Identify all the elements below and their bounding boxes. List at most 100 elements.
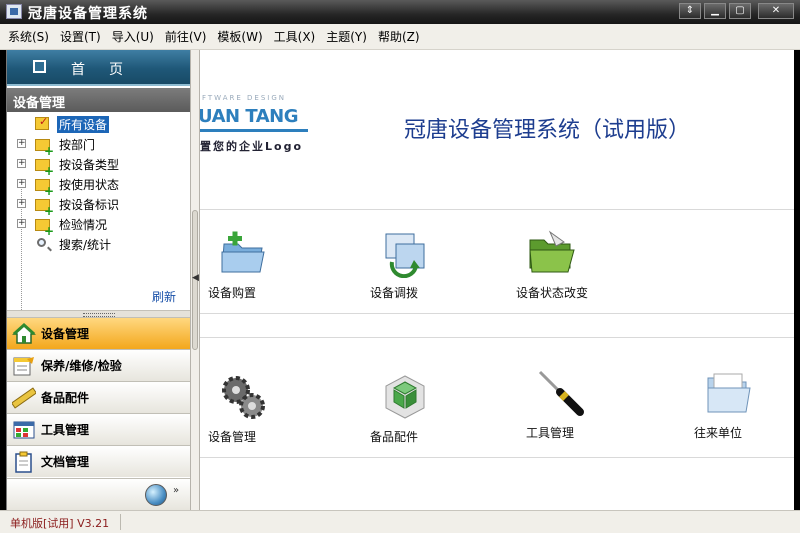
transfer-icon	[380, 228, 430, 279]
tree-item-by-tag[interactable]: + 按设备标识	[7, 194, 191, 216]
company-logo: FTWARE DESIGN UAN TANG 置您的企业Logo	[200, 92, 310, 162]
tree-item-by-department[interactable]: + 按部门	[7, 134, 191, 156]
tree-item-label: 搜索/统计	[59, 238, 112, 252]
tree-item-label: 按设备标识	[59, 198, 120, 212]
tile-partner-units[interactable]: 往来单位	[694, 368, 794, 458]
expand-icon[interactable]: +	[17, 139, 26, 148]
logo-bar	[200, 129, 308, 132]
folder-add-icon	[35, 216, 54, 236]
tree-item-label: 按使用状态	[59, 178, 120, 192]
nav-label: 文档管理	[41, 455, 90, 469]
nav-equipment-management[interactable]: 设备管理	[7, 317, 191, 349]
tile-label: 备品配件	[370, 430, 419, 444]
expand-icon[interactable]: +	[17, 159, 26, 168]
home-button[interactable]: 首页	[7, 50, 191, 86]
folder-add-icon	[35, 136, 54, 156]
expand-icon[interactable]: +	[17, 219, 26, 228]
chevron-left-icon[interactable]: ◀	[192, 273, 199, 283]
tile-equipment-purchase[interactable]: 设备购置	[208, 228, 308, 318]
menu-theme[interactable]: 主题(Y)	[326, 28, 367, 45]
menu-system[interactable]: 系统(S)	[8, 28, 49, 45]
logo-brand: UAN TANG	[200, 106, 298, 127]
expand-icon[interactable]: +	[17, 199, 26, 208]
nav-spare-parts[interactable]: 备品配件	[7, 381, 191, 413]
tile-tool-management[interactable]: 工具管理	[526, 368, 626, 458]
sidebar-collapse-strip[interactable]: ◀	[190, 50, 200, 510]
tree-item-all-equipment[interactable]: 所有设备	[7, 114, 191, 134]
chevron-double-down-icon[interactable]: »	[173, 485, 179, 496]
panel-splitter[interactable]	[7, 310, 191, 317]
main-panel: FTWARE DESIGN UAN TANG 置您的企业Logo 冠唐设备管理系…	[200, 50, 794, 510]
globe-icon[interactable]	[145, 484, 167, 506]
menu-bar: 系统(S) 设置(T) 导入(U) 前往(V) 模板(W) 工具(X) 主题(Y…	[0, 24, 800, 50]
home-label: 首页	[71, 62, 147, 78]
tree-item-inspection[interactable]: + 检验情况	[7, 214, 191, 236]
tree-item-label: 所有设备	[57, 116, 110, 133]
tile-status-change[interactable]: 设备状态改变	[516, 228, 616, 318]
tile-label: 设备调拨	[370, 286, 419, 300]
note-icon	[12, 355, 36, 377]
home-square-icon	[33, 60, 46, 73]
page-title: 冠唐设备管理系统（试用版）	[404, 118, 691, 143]
banner: FTWARE DESIGN UAN TANG 置您的企业Logo 冠唐设备管理系…	[200, 50, 794, 160]
status-separator	[120, 514, 121, 530]
open-folder-icon	[704, 368, 754, 418]
tile-label: 工具管理	[526, 426, 575, 440]
version-status: 单机版[试用] V3.21	[10, 517, 110, 530]
tile-label: 设备管理	[208, 430, 257, 444]
menu-template[interactable]: 模板(W)	[217, 28, 262, 45]
divider	[200, 209, 794, 210]
menu-import[interactable]: 导入(U)	[112, 28, 154, 45]
tree-item-by-type[interactable]: + 按设备类型	[7, 154, 191, 176]
tile-label: 往来单位	[694, 426, 743, 440]
close-button[interactable]: ✕	[758, 3, 794, 19]
sidebar-section-title: 设备管理	[7, 88, 191, 112]
tree-item-label: 检验情况	[59, 218, 108, 232]
expand-icon[interactable]: +	[17, 179, 26, 188]
folder-add-icon	[218, 228, 268, 278]
nav-tool-management[interactable]: 工具管理	[7, 413, 191, 445]
sidebar: 首页 设备管理 所有设备 + 按部门 + 按设备类型 + 按使用状态 + 按设备…	[6, 50, 191, 510]
green-folder-icon	[526, 228, 576, 278]
tile-label: 设备状态改变	[516, 286, 589, 300]
menu-tools[interactable]: 工具(X)	[274, 28, 316, 45]
window-title: 冠唐设备管理系统	[28, 6, 148, 22]
divider	[200, 337, 794, 338]
gears-icon	[218, 372, 268, 422]
grid-icon	[12, 419, 36, 441]
tree-item-label: 按设备类型	[59, 158, 120, 172]
search-icon	[35, 236, 51, 252]
maximize-button[interactable]: ▢	[729, 3, 751, 19]
sidebar-footer: »	[7, 478, 191, 510]
refresh-link[interactable]: 刷新	[152, 288, 176, 305]
divider	[200, 313, 794, 314]
minimize-button[interactable]: ▁	[704, 3, 726, 19]
folder-add-icon	[35, 156, 54, 176]
app-icon	[6, 4, 22, 19]
ruler-icon	[10, 386, 38, 409]
tree-item-search-stats[interactable]: 搜索/统计	[7, 234, 191, 254]
checked-folder-icon	[35, 115, 51, 132]
folder-add-icon	[35, 176, 54, 196]
tree-item-by-status[interactable]: + 按使用状态	[7, 174, 191, 196]
clipboard-icon	[12, 451, 36, 473]
logo-subtitle: 置您的企业Logo	[200, 140, 303, 153]
status-bar: 单机版[试用] V3.21	[0, 510, 800, 533]
tile-equipment-management[interactable]: 设备管理	[208, 372, 308, 462]
window-controls: ⇕ ▁ ▢ ✕	[679, 3, 794, 19]
house-icon	[12, 322, 36, 345]
restore-down-button[interactable]: ⇕	[679, 3, 701, 19]
tile-label: 设备购置	[208, 286, 257, 300]
menu-help[interactable]: 帮助(Z)	[378, 28, 420, 45]
nav-label: 备品配件	[41, 391, 90, 405]
menu-goto[interactable]: 前往(V)	[165, 28, 207, 45]
nav-document-management[interactable]: 文档管理	[7, 445, 191, 477]
nav-maintenance[interactable]: 保养/维修/检验	[7, 349, 191, 381]
menu-settings[interactable]: 设置(T)	[60, 28, 101, 45]
divider	[200, 457, 794, 458]
tile-equipment-transfer[interactable]: 设备调拨	[370, 228, 470, 318]
folder-add-icon	[35, 196, 54, 216]
logo-tagline: FTWARE DESIGN	[202, 94, 286, 102]
nav-label: 设备管理	[41, 327, 90, 341]
tile-spare-parts[interactable]: 备品配件	[370, 372, 470, 462]
